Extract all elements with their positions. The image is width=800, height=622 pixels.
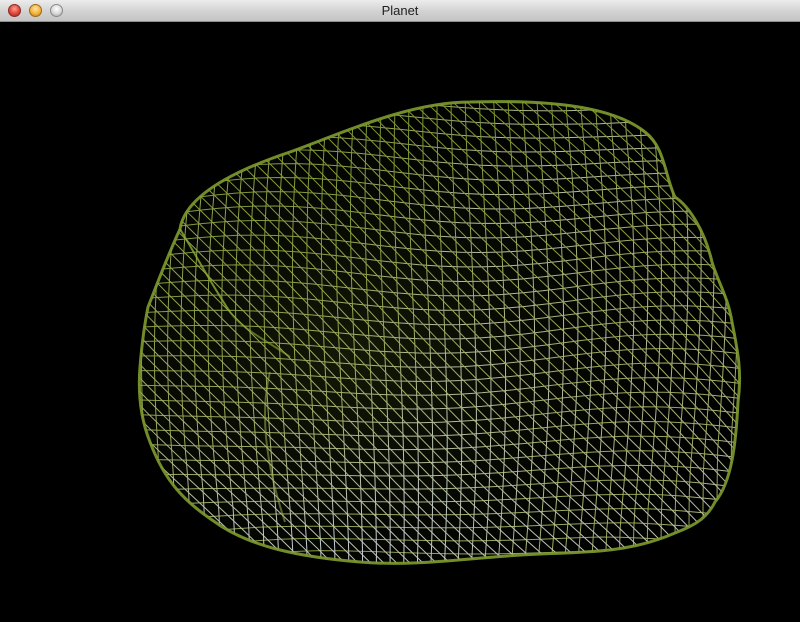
zoom-icon[interactable]	[50, 4, 63, 17]
render-canvas[interactable]	[0, 22, 800, 622]
title-bar[interactable]: Planet	[0, 0, 800, 22]
close-icon[interactable]	[8, 4, 21, 17]
mesh-grid	[139, 101, 740, 564]
wireframe-planet	[137, 100, 742, 565]
app-window: Planet	[0, 0, 800, 622]
minimize-icon[interactable]	[29, 4, 42, 17]
window-title: Planet	[381, 3, 419, 18]
